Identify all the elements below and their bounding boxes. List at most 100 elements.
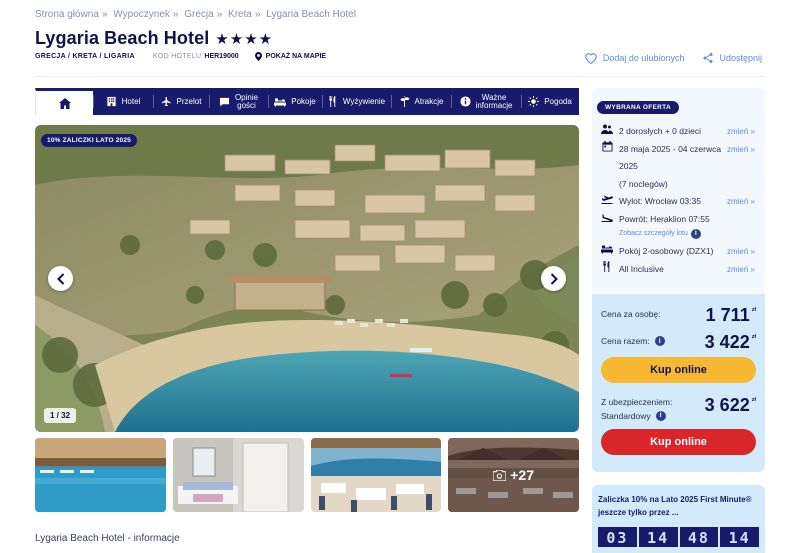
price-insured-label-line2-wrap: Standardowy i	[601, 409, 666, 423]
hotel-photo	[35, 125, 579, 432]
offer-room: Pokój 2-osobowy (DZX1)	[619, 246, 714, 256]
info-icon[interactable]: i	[690, 229, 701, 239]
offer-travelers: 2 dorosłych + 0 dzieci	[619, 126, 701, 136]
gallery-prev-button[interactable]	[48, 266, 73, 291]
price-total: 3 422 zł	[705, 332, 756, 353]
nav-tab-rooms[interactable]: Pokoje	[268, 88, 322, 115]
breadcrumb-greece[interactable]: Grecja	[184, 9, 213, 20]
price-insured-value: 3 622	[704, 395, 750, 415]
promo-badge: 10% ZALICZKI LATO 2025	[41, 134, 137, 147]
nav-tab-label: Atrakcje	[414, 97, 444, 106]
hotel-header: Lygaria Beach Hotel ★★★★	[35, 28, 273, 49]
gallery-thumbnail[interactable]	[310, 438, 442, 512]
nav-tab-label: Hotel	[121, 97, 141, 106]
breadcrumb-crete[interactable]: Kreta	[228, 9, 252, 20]
price-total-label: Cena razem:	[601, 336, 650, 346]
share-button[interactable]: Udostępnij	[702, 52, 762, 64]
countdown-timer: 03 14 48 14	[598, 527, 759, 547]
offer-dates-line2: 2025	[619, 161, 638, 171]
more-photos-count: +27	[510, 467, 534, 483]
restaurant-photo	[310, 438, 442, 512]
countdown-hours: 14	[638, 527, 678, 547]
hotel-location: GRECJA / KRETA / LIGARIA	[35, 53, 135, 60]
more-photos-overlay: +27	[448, 438, 579, 512]
change-travelers-link[interactable]: zmień »	[727, 123, 755, 141]
page-title: Lygaria Beach Hotel	[35, 28, 210, 48]
offer-return: Powrót: Heraklion 07:55	[619, 213, 710, 224]
info-icon[interactable]: i	[654, 336, 665, 346]
currency-label: zł	[751, 334, 756, 340]
signpost-icon	[399, 96, 410, 107]
bed-icon	[274, 98, 287, 106]
currency-label: zł	[751, 397, 756, 403]
countdown-minutes: 48	[679, 527, 719, 547]
nav-tab-label: Wyżywienie	[342, 97, 386, 106]
nav-tab-hotel[interactable]: Hotel	[93, 88, 153, 115]
buy-online-button[interactable]: Kup online	[601, 357, 756, 383]
price-total-label-wrap: Cena razem: i	[601, 336, 665, 346]
camera-icon	[493, 469, 507, 481]
price-insured-row: Z ubezpieczeniem: Standardowy i 3 622 zł	[601, 395, 756, 423]
change-departure-link[interactable]: zmień »	[727, 193, 755, 211]
gallery-thumbnail-more[interactable]: +27	[448, 438, 579, 512]
price-per-person-label: Cena za osobę:	[601, 309, 661, 319]
change-dates-link[interactable]: zmień »	[727, 141, 755, 159]
chat-icon	[219, 97, 229, 107]
room-photo	[172, 438, 304, 512]
hotel-code: HER19000	[204, 53, 239, 60]
nav-tab-label-line2: informacje	[475, 100, 513, 110]
sun-icon	[528, 96, 540, 107]
nav-tab-flight[interactable]: Przelot	[153, 88, 209, 115]
offer-room-row: Pokój 2-osobowy (DZX1) zmień »	[592, 243, 765, 261]
breadcrumb-home[interactable]: Strona główna	[35, 9, 99, 20]
show-on-map-link[interactable]: POKAŻ NA MAPIE	[254, 52, 327, 61]
price-section: Cena za osobę: 1 711 zł Cena razem: i 3 42…	[592, 294, 765, 472]
gallery-thumbnail[interactable]	[35, 438, 166, 512]
header-divider	[35, 76, 765, 77]
hotel-icon	[107, 96, 116, 107]
flight-details-link[interactable]: Zobacz szczegóły lotu i	[592, 228, 765, 240]
promo-countdown-box[interactable]: Zaliczka 10% na Lato 2025 First Minute® …	[592, 485, 765, 553]
nav-tab-board[interactable]: Wyżywienie	[322, 88, 391, 115]
currency-label: zł	[751, 307, 756, 313]
nav-tab-attractions[interactable]: Atrakcje	[391, 88, 451, 115]
bed-icon	[601, 243, 613, 255]
add-to-favorites-button[interactable]: Dodaj do ulubionych	[584, 52, 685, 64]
info-icon[interactable]: i	[655, 411, 666, 421]
plane-arrival-icon	[601, 211, 613, 223]
countdown-seconds: 14	[720, 527, 759, 547]
map-pin-icon	[254, 52, 262, 61]
gallery-thumbnail[interactable]	[172, 438, 304, 512]
hotel-code-label: KOD HOTELU	[152, 53, 202, 60]
info-icon	[460, 96, 471, 107]
change-room-link[interactable]: zmień »	[727, 243, 755, 261]
nav-tab-reviews[interactable]: Opinie gości	[209, 88, 268, 115]
offer-departure: Wylot: Wrocław 03:35	[619, 196, 701, 206]
breadcrumb-separator: »	[172, 9, 179, 20]
nav-home-tab[interactable]	[35, 88, 93, 115]
hotel-photo-gallery[interactable]: 10% ZALICZKI LATO 2025 1 / 32	[35, 125, 579, 432]
price-insured-label: Z ubezpieczeniem: Standardowy i	[601, 395, 672, 423]
show-on-map-label: POKAŻ NA MAPIE	[265, 53, 327, 60]
heart-icon	[585, 53, 597, 64]
home-icon	[58, 97, 71, 109]
breadcrumb-leisure[interactable]: Wypoczynek	[113, 9, 170, 20]
nav-tab-label: Pokoje	[291, 97, 316, 106]
gallery-counter: 1 / 32	[44, 408, 77, 423]
selected-offer-panel: WYBRANA OFERTA 2 dorosłych + 0 dzieci zm…	[592, 88, 765, 472]
selected-offer-badge: WYBRANA OFERTA	[597, 101, 679, 114]
breadcrumb-separator: »	[254, 9, 261, 20]
buy-online-insured-button[interactable]: Kup online	[601, 429, 756, 455]
price-insured: 3 622 zł	[705, 395, 756, 416]
nav-tab-important-info[interactable]: Ważne informacje	[451, 88, 521, 115]
chevron-right-icon	[550, 272, 558, 285]
change-board-link[interactable]: zmień »	[727, 261, 755, 279]
nav-tab-label: Ważne informacje	[475, 93, 513, 110]
gallery-thumbnails: +27	[35, 438, 579, 512]
price-total-value: 3 422	[704, 332, 750, 352]
calendar-icon	[601, 141, 613, 153]
add-to-favorites-label: Dodaj do ulubionych	[602, 53, 685, 63]
hotel-meta: GRECJA / KRETA / LIGARIA KOD HOTELU HER1…	[35, 52, 326, 61]
nav-tab-weather[interactable]: Pogoda	[521, 88, 579, 115]
gallery-next-button[interactable]	[541, 266, 566, 291]
